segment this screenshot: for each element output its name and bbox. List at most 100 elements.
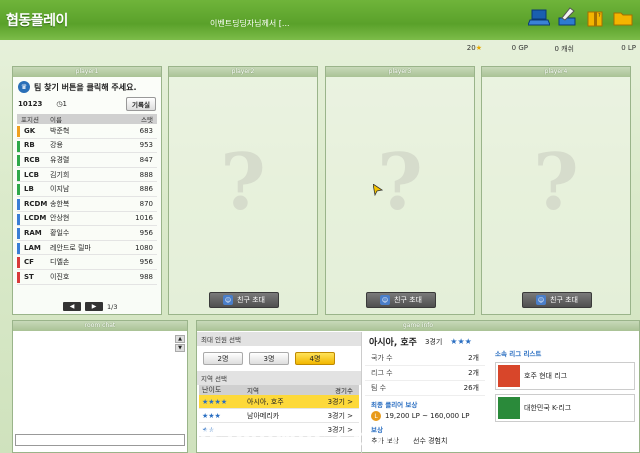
league-item[interactable]: 호주 현대 리그 bbox=[495, 362, 635, 390]
gift-box-icon[interactable]: ? bbox=[584, 4, 606, 30]
friend-icon: ☺ bbox=[380, 295, 390, 305]
roster-row[interactable]: ST 이진호 988 bbox=[17, 270, 157, 285]
region-title: 지역 선택 bbox=[197, 371, 361, 385]
reward-value: 19,200 LP ~ 160,000 LP bbox=[385, 412, 470, 420]
lp-count: 0 LP bbox=[621, 44, 636, 52]
chat-log bbox=[15, 335, 175, 431]
player-position: RAM bbox=[24, 228, 42, 237]
region-name: 남아메리카 bbox=[247, 411, 280, 420]
roster-row[interactable]: GK 박준혁 683 bbox=[17, 124, 157, 139]
team-prompt: ♛ 팀 찾기 버튼을 클릭해 주세요. bbox=[13, 77, 161, 93]
col-difficulty: 난이도 bbox=[202, 386, 222, 394]
pager: ◀ ▶ 1/3 bbox=[63, 302, 117, 311]
roster-row[interactable]: RCB 유경렬 847 bbox=[17, 153, 157, 168]
roster-row[interactable]: RB 강용 953 bbox=[17, 139, 157, 154]
player-position: ST bbox=[24, 272, 34, 281]
friend-icon: ☺ bbox=[536, 295, 546, 305]
position-color-bar bbox=[17, 257, 20, 269]
prev-page-button[interactable]: ◀ bbox=[63, 302, 81, 311]
col-stat: 스탯 bbox=[141, 116, 153, 124]
people-title: 최대 인원 선택 bbox=[197, 332, 361, 346]
region-difficulty: ★★★ bbox=[202, 411, 221, 420]
chat-scrollbar[interactable]: ▲ ▼ bbox=[175, 335, 185, 431]
region-row[interactable]: ★★★ 남아메리카 3경기 > bbox=[199, 409, 359, 423]
selected-region: 아시아, 호주 bbox=[369, 338, 417, 348]
invite-friend-button[interactable]: ☺ 친구 초대 bbox=[209, 292, 279, 308]
scroll-up-icon[interactable]: ▲ bbox=[175, 335, 185, 343]
laptop-icon[interactable] bbox=[528, 4, 550, 30]
people-options: 2명 3명 4명 bbox=[197, 346, 361, 371]
roster-row[interactable]: LCB 김기희 888 bbox=[17, 168, 157, 183]
invite-friend-button[interactable]: ☺ 친구 초대 bbox=[366, 292, 436, 308]
player-name: 황일수 bbox=[50, 228, 70, 237]
next-page-button[interactable]: ▶ bbox=[85, 302, 103, 311]
player-name: 디엘손 bbox=[50, 258, 70, 267]
player-stat: 988 bbox=[139, 272, 153, 281]
player1-panel: player1 ♛ 팀 찾기 버튼을 클릭해 주세요. 10123 ◷1 기록실… bbox=[12, 66, 162, 315]
position-color-bar bbox=[17, 213, 20, 225]
region-games: 3경기 > bbox=[327, 411, 353, 420]
region-row[interactable]: ★★★★ 아시아, 호주 3경기 > bbox=[199, 395, 359, 409]
watermark: GameMeca.com bbox=[200, 426, 407, 451]
player-stat: 683 bbox=[139, 126, 153, 135]
player-position: RCDM bbox=[24, 199, 48, 208]
player2-panel: player2 ? ☺ 친구 초대 bbox=[168, 66, 318, 315]
people-option-button[interactable]: 3명 bbox=[249, 352, 289, 365]
roster-row[interactable]: RCDM 송한복 870 bbox=[17, 197, 157, 212]
chat-input[interactable] bbox=[15, 434, 185, 446]
player-position: LCDM bbox=[24, 214, 47, 223]
game-info-header: game info bbox=[197, 321, 639, 331]
clock-count: ◷1 bbox=[56, 100, 67, 108]
roster-row[interactable]: RAM 황일수 956 bbox=[17, 226, 157, 241]
player-position: LCB bbox=[24, 170, 39, 179]
player1-header: player1 bbox=[13, 67, 161, 77]
player-name: 박준혁 bbox=[50, 126, 70, 135]
player2-header: player2 bbox=[169, 67, 317, 77]
top-bar: 협동플레이 이벤트딩딩자님께서 [... ? bbox=[0, 0, 640, 40]
detail-value: 2개 bbox=[468, 354, 479, 362]
player3-header: player3 bbox=[326, 67, 474, 77]
detail-value: 2개 bbox=[468, 369, 479, 377]
detail-value: 26개 bbox=[463, 384, 479, 392]
top-icon-group: ? bbox=[528, 4, 634, 30]
player-position: RCB bbox=[24, 155, 40, 164]
scroll-down-icon[interactable]: ▼ bbox=[175, 344, 185, 352]
position-color-bar bbox=[17, 242, 20, 254]
player4-header: player4 bbox=[482, 67, 630, 77]
bonus-text-2: 선수 경험치 bbox=[413, 437, 448, 445]
people-option-button[interactable]: 4명 bbox=[295, 352, 335, 365]
empty-slot-icon: ? bbox=[220, 137, 266, 228]
region-name: 아시아, 호주 bbox=[247, 397, 284, 406]
roster-row[interactable]: LCDM 안상현 1016 bbox=[17, 212, 157, 227]
player-name: 김기희 bbox=[50, 170, 70, 179]
team-id: 10123 bbox=[18, 100, 43, 108]
league-item[interactable]: 대한민국 K-리그 bbox=[495, 394, 635, 422]
people-option-button[interactable]: 2명 bbox=[203, 352, 243, 365]
player4-panel: player4 ? ☺ 친구 초대 bbox=[481, 66, 631, 315]
player-position: LB bbox=[24, 185, 34, 194]
coin-icon: L bbox=[371, 411, 381, 421]
roster-row[interactable]: LB 이지남 886 bbox=[17, 182, 157, 197]
player-name: 이지남 bbox=[50, 185, 70, 194]
prompt-text: 팀 찾기 버튼을 클릭해 주세요. bbox=[34, 82, 137, 92]
col-position: 포지션 bbox=[21, 116, 39, 124]
region-difficulty: ★★★★ bbox=[202, 397, 228, 406]
player-stat: 886 bbox=[139, 185, 153, 194]
player-stat: 1016 bbox=[135, 214, 153, 223]
selected-games: 3경기 bbox=[424, 337, 443, 346]
player-name: 강용 bbox=[50, 141, 63, 150]
roster-row[interactable]: LAM 레안드로 릴마 1080 bbox=[17, 241, 157, 256]
region-header: 난이도 지역 경기수 bbox=[199, 385, 359, 395]
player-name: 송한복 bbox=[50, 199, 70, 208]
folder-icon[interactable] bbox=[612, 4, 634, 30]
player-stat: 956 bbox=[139, 228, 153, 237]
detail-row: 팀 수 26개 bbox=[365, 381, 485, 396]
record-room-button[interactable]: 기록실 bbox=[126, 97, 156, 111]
roster-row[interactable]: CF 디엘손 956 bbox=[17, 255, 157, 270]
room-chat-header: room chat bbox=[13, 321, 187, 331]
pen-icon[interactable] bbox=[556, 4, 578, 30]
col-games: 경기수 bbox=[335, 387, 353, 395]
invite-friend-button[interactable]: ☺ 친구 초대 bbox=[522, 292, 592, 308]
position-color-bar bbox=[17, 198, 20, 210]
player-position: RB bbox=[24, 141, 35, 150]
